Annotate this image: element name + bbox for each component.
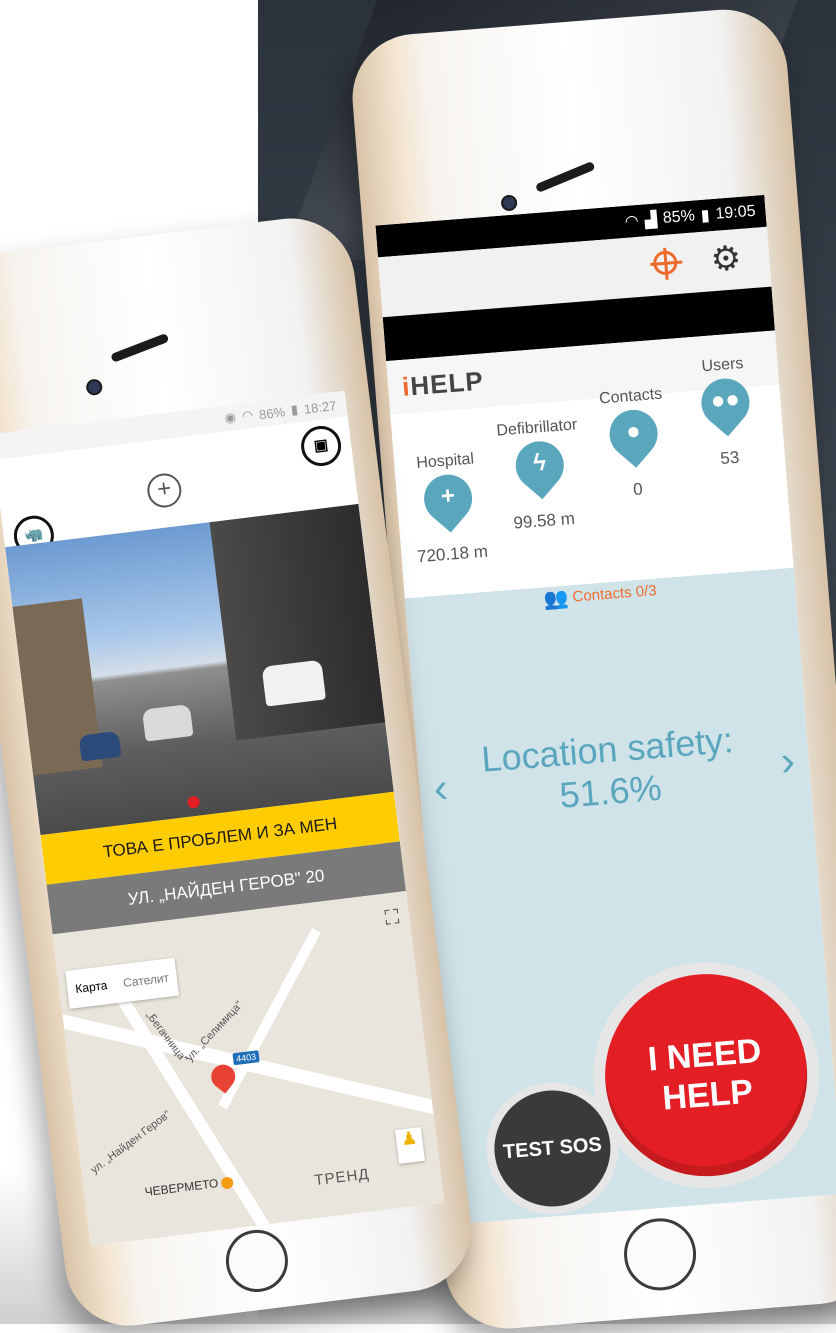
profile-badge-icon[interactable]: ▣ — [298, 423, 344, 469]
stat-users[interactable]: Users ●● 53 — [677, 353, 776, 472]
satellite-tab[interactable]: Сателит — [113, 958, 179, 1003]
clock: 19:05 — [714, 202, 757, 223]
app-logo: iHELP — [401, 366, 485, 403]
street-photo — [5, 503, 394, 836]
pegman-icon[interactable]: ♟ — [395, 1126, 425, 1164]
home-button[interactable] — [621, 1215, 699, 1294]
stat-value: 720.18 m — [416, 541, 489, 567]
stat-label: Defibrillator — [495, 416, 578, 440]
wifi-icon: ◠ — [624, 212, 640, 231]
contacts-summary-text: Contacts 0/3 — [571, 582, 658, 606]
signal-icon: ▟ — [644, 211, 658, 230]
locate-target-icon[interactable] — [652, 249, 679, 276]
stat-value: 0 — [632, 479, 644, 500]
poi-name: ЧЕВЕРМЕТО — [143, 1176, 220, 1200]
clock: 18:27 — [302, 397, 338, 417]
stat-contacts[interactable]: Contacts ● 0 — [585, 385, 684, 504]
stat-label: Hospital — [415, 450, 475, 473]
person-pin-icon: ● — [599, 400, 668, 476]
stat-value: 99.58 m — [512, 508, 576, 533]
photo-car — [141, 703, 194, 742]
photo-car — [261, 659, 327, 707]
map-road — [106, 978, 276, 1240]
stat-hospital[interactable]: Hospital + 720.18 m — [400, 449, 499, 568]
fullscreen-icon[interactable]: ⛶ — [384, 906, 401, 931]
area-label: ТРЕНД — [313, 1165, 371, 1190]
map-type-toggle[interactable]: Карта Сателит — [65, 957, 180, 1009]
photo-car — [78, 730, 122, 762]
stat-defibrillator[interactable]: Defibrillator ϟ 99.58 m — [491, 416, 590, 535]
battery-icon: ▮ — [700, 207, 711, 225]
group-pin-icon: ●● — [691, 368, 760, 445]
street-label: ул. „Найден Геров" — [88, 1108, 174, 1177]
location-dot — [186, 795, 201, 809]
front-camera — [500, 194, 518, 212]
stat-value: 53 — [719, 447, 740, 469]
earpiece-speaker — [534, 160, 596, 193]
battery-percent: 85% — [662, 207, 696, 227]
location-safety: Location safety: 51.6% — [456, 717, 762, 824]
home-button[interactable] — [222, 1226, 292, 1296]
nearby-stats: Hospital + 720.18 m Defibrillator ϟ 99.5… — [390, 355, 795, 605]
front-camera — [85, 378, 104, 397]
gear-icon[interactable]: ⚙ — [709, 239, 742, 279]
wifi-icon: ◠ — [240, 407, 254, 424]
hospital-pin-icon: + — [414, 464, 482, 541]
photo-building — [209, 503, 386, 741]
chevron-right-icon[interactable]: › — [779, 736, 797, 785]
map-view[interactable]: Карта Сателит ⛶ „Бегачница" ул. „Селимиц… — [52, 891, 445, 1247]
battery-percent: 86% — [258, 403, 286, 422]
chevron-left-icon[interactable]: ‹ — [432, 764, 450, 813]
battery-icon: ▮ — [289, 401, 299, 418]
map-tab[interactable]: Карта — [65, 965, 117, 1009]
poi-label[interactable]: ЧЕВЕРМЕТО — [144, 1174, 234, 1199]
location-icon: ◉ — [223, 409, 237, 426]
people-icon: 👥 — [542, 587, 570, 612]
bolt-pin-icon: ϟ — [505, 431, 574, 508]
restaurant-icon — [220, 1176, 234, 1190]
logo-text: HELP — [409, 365, 485, 402]
add-report-icon[interactable]: + — [145, 471, 184, 510]
report-app-screen: ◉ ◠ 86% ▮ 18:27 🦏 + ▣ ТОВА Е ПРОБЛЕМ И З… — [0, 390, 445, 1247]
earpiece-speaker — [110, 332, 170, 363]
